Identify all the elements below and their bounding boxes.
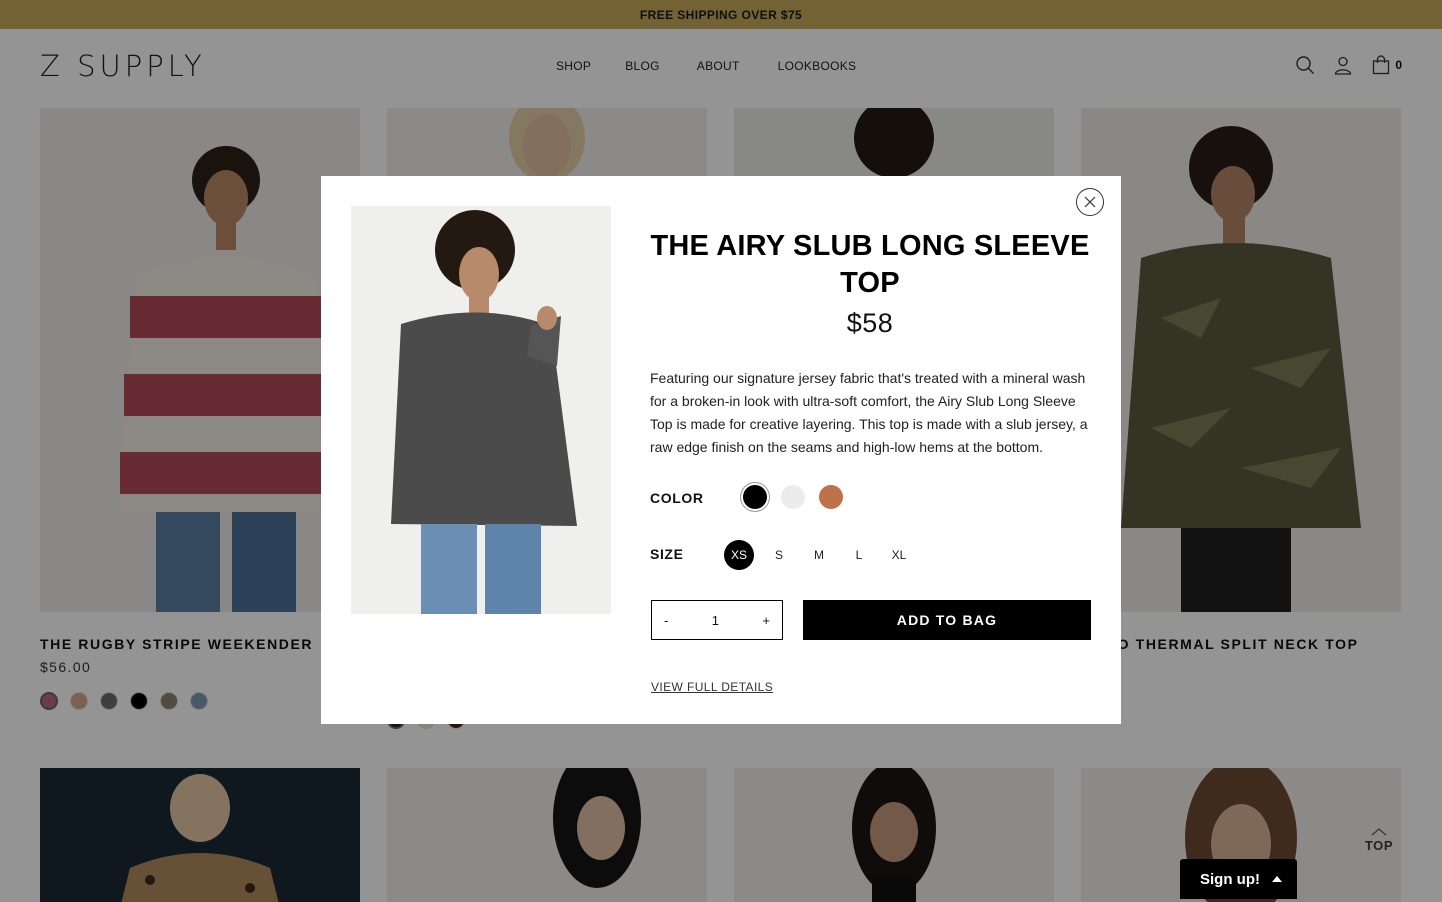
color-options — [743, 485, 843, 509]
signup-label: Sign up! — [1200, 870, 1260, 888]
caret-up-icon — [1272, 876, 1282, 882]
modal-product-image — [351, 206, 611, 614]
quick-view-modal: THE AIRY SLUB LONG SLEEVE TOP $58 Featur… — [321, 176, 1121, 724]
close-icon — [1084, 196, 1096, 208]
modal-product-description: Featuring our signature jersey fabric th… — [650, 370, 1088, 455]
color-option-black[interactable] — [743, 485, 767, 509]
modal-product-title: THE AIRY SLUB LONG SLEEVE TOP — [650, 230, 1090, 299]
size-options: XS S M L XL — [724, 540, 914, 570]
close-button[interactable] — [1076, 188, 1104, 216]
quantity-decrease-button[interactable]: - — [664, 613, 668, 628]
color-option-white[interactable] — [781, 485, 805, 509]
size-option-s[interactable]: S — [764, 540, 794, 570]
chevron-up-icon — [1371, 828, 1387, 836]
back-to-top-button[interactable]: TOP — [1361, 828, 1397, 853]
add-to-bag-button[interactable]: ADD TO BAG — [803, 600, 1091, 640]
size-label: SIZE — [650, 546, 684, 562]
quantity-input[interactable]: 1 — [712, 613, 719, 628]
size-option-xl[interactable]: XL — [884, 540, 914, 570]
signup-button[interactable]: Sign up! — [1180, 859, 1297, 899]
size-option-xs[interactable]: XS — [724, 540, 754, 570]
color-label: COLOR — [650, 490, 704, 506]
quantity-increase-button[interactable]: + — [762, 613, 770, 628]
quantity-stepper: - 1 + — [651, 600, 783, 640]
size-option-m[interactable]: M — [804, 540, 834, 570]
view-full-details-link[interactable]: VIEW FULL DETAILS — [651, 680, 773, 694]
back-to-top-label: TOP — [1364, 838, 1394, 853]
modal-product-price: $58 — [846, 308, 894, 338]
size-option-l[interactable]: L — [844, 540, 874, 570]
color-option-rust[interactable] — [819, 485, 843, 509]
